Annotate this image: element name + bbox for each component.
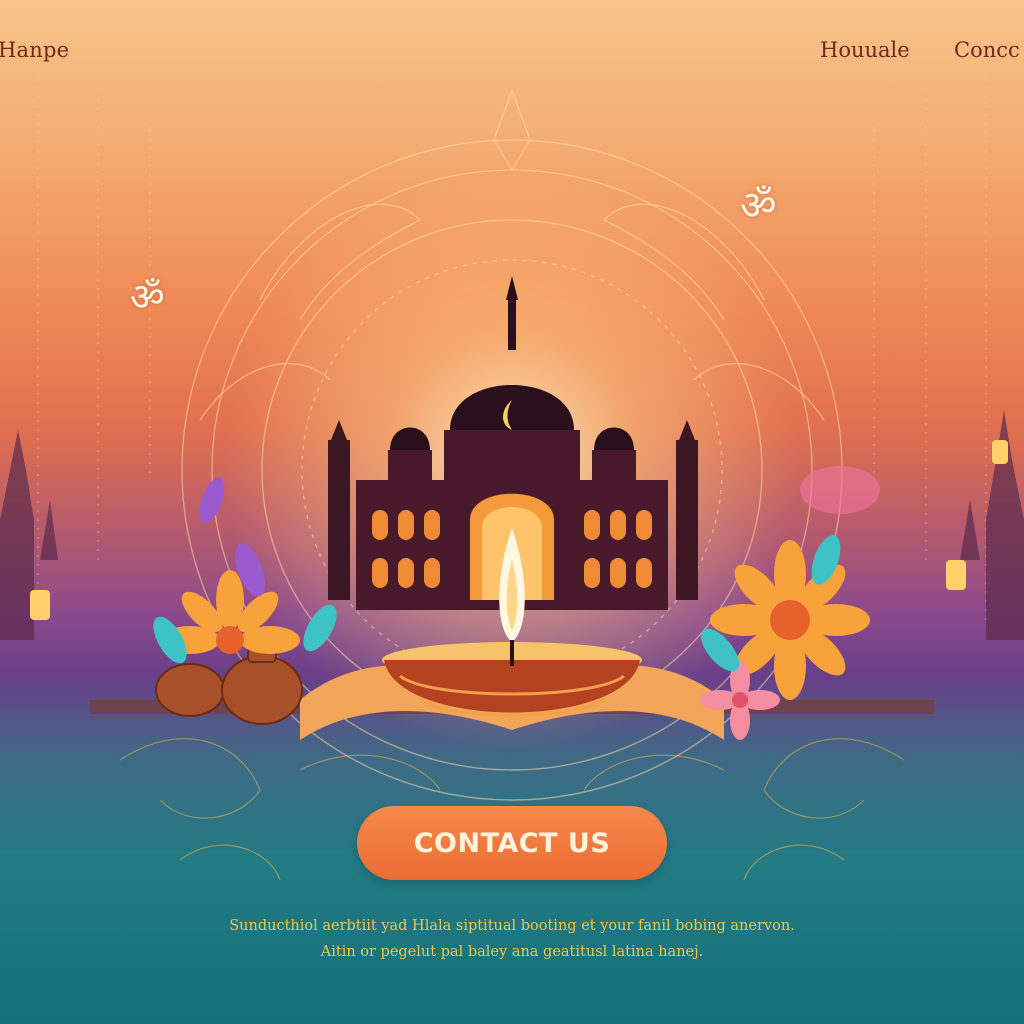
- om-icon: ॐ: [130, 275, 165, 319]
- nav-link-home[interactable]: Houuale: [820, 38, 910, 62]
- nav-link-contact[interactable]: Concc: [954, 38, 1020, 62]
- tagline-line-1: Sunducthiol aerbtiit yad Hlala siptitual…: [229, 918, 795, 934]
- top-nav: Hanpe Houuale Concc: [0, 0, 1024, 90]
- contact-us-button[interactable]: CONTACT US: [357, 806, 667, 880]
- tagline-line-2: Aitin or pegelut pal baley ana geatitusl…: [320, 944, 704, 960]
- om-icon: ॐ: [740, 183, 777, 229]
- brand-logo[interactable]: Hanpe: [0, 38, 69, 62]
